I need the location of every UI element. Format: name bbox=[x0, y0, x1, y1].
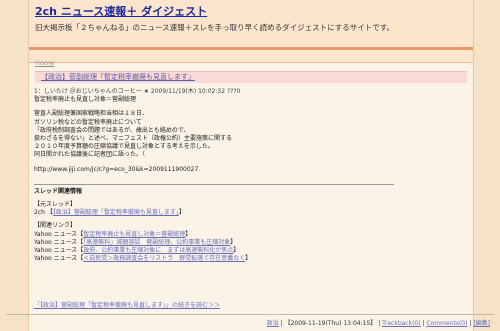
site-description: 旧大掲示板「２ちゃんねる」のニュース速報＋スレを手っ取り早く読めるダイジェストに… bbox=[35, 23, 394, 32]
related-link-suffix: 】 bbox=[230, 238, 237, 246]
article-title-link[interactable]: 【政治】菅副総理「暫定税率撤廃も見直します」 bbox=[41, 73, 195, 81]
related-link-suffix: 】 bbox=[233, 247, 240, 255]
footer-divider bbox=[6, 314, 494, 315]
related-link[interactable]: 政府、公約事業も圧縮対象に まずは高速無料化が焦点 bbox=[83, 247, 233, 254]
comments-link[interactable]: Comments(0) bbox=[426, 320, 467, 327]
source-url: http://www.jiji.com/jc/c?g=eco_30&k=2009… bbox=[34, 165, 199, 173]
related-link-prefix: Yahoo ニュース【 bbox=[34, 238, 84, 246]
related-link-suffix: 】 bbox=[245, 255, 252, 263]
site-title-link[interactable]: 2ch ニュース速報＋ ダイジェスト bbox=[35, 5, 207, 18]
related-link-prefix: Yahoo ニュース【 bbox=[34, 247, 84, 255]
source-thread-label: 【元スレッド】 bbox=[34, 201, 77, 209]
article-line: 「政府税制調査会の問題ではあるが、歳出とも絡めので、 bbox=[34, 126, 190, 134]
post-timestamp: 【2009-11-19(Thu) 13:04:15】 bbox=[284, 320, 377, 327]
article-line: ガソリン税などの暫定税率廃止について bbox=[34, 118, 142, 126]
article-title-bar: 【政治】菅副総理「暫定税率撤廃も見直します」 bbox=[35, 71, 467, 83]
source-thread-link[interactable]: 【政治】菅副総理「暫定税率撤廃も見直します」 bbox=[53, 209, 179, 216]
related-link-row: Yahoo ニュース【暫定税率廃止も見直し対象＝菅副総理】 bbox=[34, 231, 394, 239]
site-title-prefix[interactable]: 2ch bbox=[35, 5, 57, 18]
category-link[interactable]: 政治 bbox=[267, 320, 279, 327]
post-meta: 1：しいたけ ＠おじいちゃんのコーヒー ★ 2009/11/19(木) 10:0… bbox=[34, 88, 241, 95]
source-thread-row: 2ch 【【政治】菅副総理「暫定税率撤廃も見直します」】 bbox=[34, 209, 394, 217]
article-body: 1：しいたけ ＠おじいちゃんのコーヒー ★ 2009/11/19(木) 10:0… bbox=[34, 88, 394, 263]
related-link-row: Yahoo ニュース【「高速無料」減額容認 菅副総理、公約事業も圧縮対象】 bbox=[34, 239, 394, 247]
article-headline: 暫定税率廃止も見直し対象＝菅副総理 bbox=[34, 96, 137, 104]
read-more: 「【政治】菅副総理「暫定税率撤廃も見直します」」の続きを読む＞＞ bbox=[34, 300, 220, 309]
related-link-row: Yahoo ニュース【＜自民党＞政務調査会をリストラ 野党転落で存在意義なく】 bbox=[34, 255, 394, 263]
related-link-prefix: Yahoo ニュース【 bbox=[34, 230, 84, 238]
site-header: 2ch ニュース速報＋ ダイジェスト 旧大掲示板「２ちゃんねる」のニュース速報＋… bbox=[29, 0, 473, 47]
page-margin-right bbox=[472, 0, 500, 331]
related-link[interactable]: 「高速無料」減額容認 菅副総理、公約事業も圧縮対象 bbox=[83, 239, 230, 246]
home-link[interactable]: Home bbox=[35, 59, 54, 67]
related-link-suffix: 】 bbox=[185, 230, 192, 238]
trackback-link[interactable]: Trackback(0) bbox=[382, 320, 420, 327]
read-more-link[interactable]: 「【政治】菅副総理「暫定税率撤廃も見直します」」の続きを読む＞＞ bbox=[34, 302, 220, 309]
article-paragraph: 菅直人副総理兼国家戦略担当相は１８日、 ガソリン税などの暫定税率廃止について 「… bbox=[34, 110, 394, 159]
related-heading: スレッド関連情報 bbox=[34, 183, 394, 196]
post-footer: 政治 | 【2009-11-19(Thu) 13:04:15】 | Trackb… bbox=[267, 318, 490, 327]
nav-bar: Home bbox=[29, 50, 473, 67]
related-links-label: 【関連リンク】 bbox=[34, 222, 77, 230]
site-title-text[interactable]: ニュース速報＋ ダイジェスト bbox=[57, 5, 207, 18]
related-link[interactable]: ＜自民党＞政務調査会をリストラ 野党転落で存在意義なく bbox=[83, 255, 245, 262]
article-line: 同日開かれた協議後に記者団に語った。（ bbox=[34, 151, 146, 159]
article-line: 扱わざるを得ない」と述べ、マニフェスト（政権公約）主要施策に関する bbox=[34, 135, 233, 143]
site-title[interactable]: 2ch ニュース速報＋ ダイジェスト bbox=[35, 5, 473, 19]
related-link-prefix: Yahoo ニュース【 bbox=[34, 255, 84, 263]
source-thread-suffix: 】 bbox=[178, 209, 185, 217]
source-thread-prefix: 2ch 【 bbox=[34, 209, 53, 217]
related-link[interactable]: 暫定税率廃止も見直し対象＝菅副総理 bbox=[83, 231, 185, 238]
article-line: 菅直人副総理兼国家戦略担当相は１８日、 bbox=[34, 110, 149, 118]
nav-divider bbox=[29, 62, 473, 63]
